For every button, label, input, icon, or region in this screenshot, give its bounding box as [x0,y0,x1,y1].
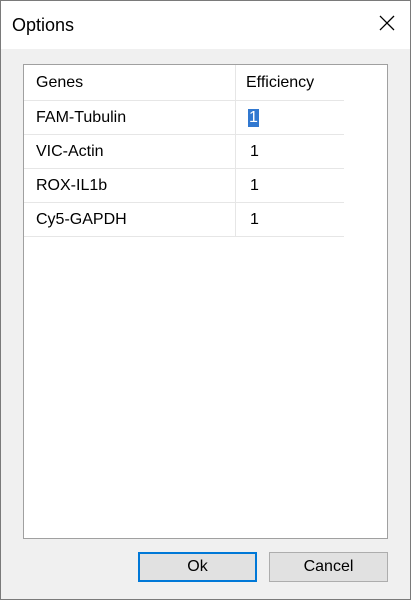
table-row[interactable]: VIC-Actin 1 [24,135,344,169]
column-header-efficiency[interactable]: Efficiency [236,65,344,100]
close-icon [379,15,395,36]
gene-cell[interactable]: VIC-Actin [24,135,236,168]
title-bar[interactable]: Options [1,1,410,49]
table-row[interactable]: Cy5-GAPDH 1 [24,203,344,237]
table-row[interactable]: ROX-IL1b 1 [24,169,344,203]
efficiency-grid[interactable]: Genes Efficiency FAM-Tubulin 1 VIC-Actin… [23,64,388,539]
gene-cell[interactable]: ROX-IL1b [24,169,236,202]
close-button[interactable] [364,1,410,49]
efficiency-cell[interactable]: 1 [236,203,344,236]
grid-header-row: Genes Efficiency [24,65,344,101]
efficiency-cell[interactable]: 1 [236,135,344,168]
column-header-genes[interactable]: Genes [24,65,236,100]
options-dialog: Options Genes Efficiency FAM-Tubulin 1 V… [0,0,411,600]
table-row[interactable]: FAM-Tubulin 1 [24,101,344,135]
ok-button[interactable]: Ok [138,552,257,582]
efficiency-cell[interactable]: 1 [236,101,344,134]
gene-cell[interactable]: FAM-Tubulin [24,101,236,134]
gene-cell[interactable]: Cy5-GAPDH [24,203,236,236]
dialog-title: Options [12,15,75,35]
efficiency-edit-value[interactable]: 1 [248,108,259,127]
efficiency-cell[interactable]: 1 [236,169,344,202]
cancel-button[interactable]: Cancel [269,552,388,582]
